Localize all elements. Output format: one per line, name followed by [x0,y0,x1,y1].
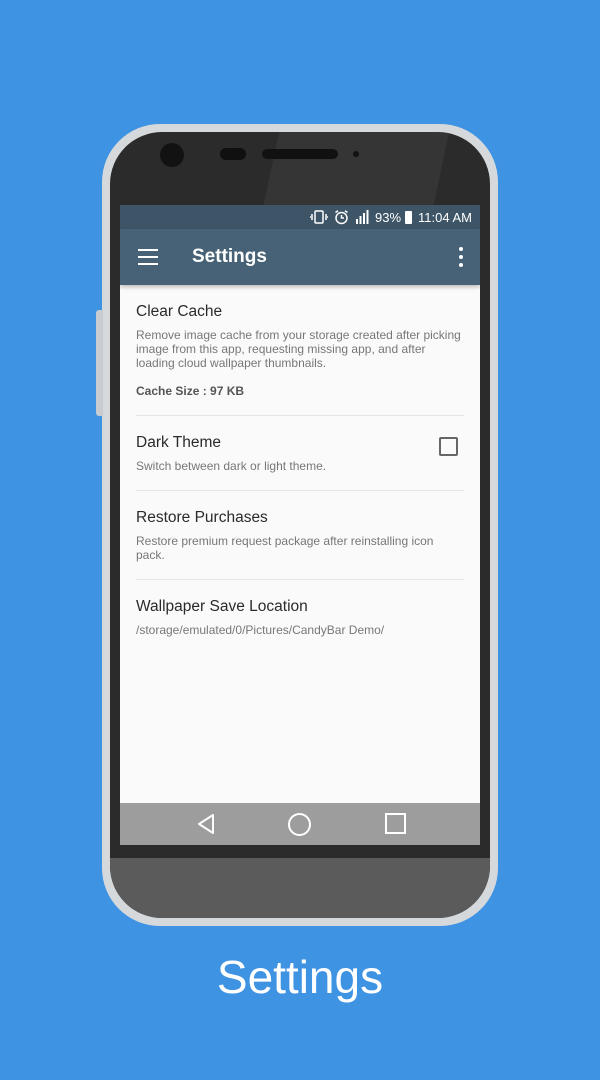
vibrate-icon [310,210,328,224]
back-icon[interactable] [196,814,216,834]
home-icon[interactable] [288,813,311,836]
light-sensor [353,151,359,157]
setting-summary: /storage/emulated/0/Pictures/CandyBar De… [136,623,385,637]
earpiece-speaker [262,149,338,159]
phone-screen: 93% 11:04 AM Settings Clear Cache Remove… [120,205,480,845]
status-time: 11:04 AM [418,209,472,225]
setting-title: Clear Cache [136,303,223,320]
settings-list: Clear Cache Remove image cache from your… [120,285,480,654]
setting-title: Wallpaper Save Location [136,598,308,615]
recent-apps-icon[interactable] [385,813,406,834]
dark-theme-checkbox[interactable] [439,437,458,456]
dark-theme-setting[interactable]: Dark Theme Switch between dark or light … [120,416,480,490]
phone-chin [110,858,490,918]
screen-caption: Settings [216,951,384,1003]
battery-icon [405,210,413,224]
proximity-sensor [220,148,246,160]
app-toolbar: Settings [120,229,480,285]
setting-summary: Switch between dark or light theme. [136,459,327,473]
menu-icon[interactable] [138,249,158,265]
phone-side-button [96,310,103,416]
setting-summary: Remove image cache from your storage cre… [136,328,461,370]
clear-cache-setting[interactable]: Clear Cache Remove image cache from your… [120,285,480,415]
setting-title: Dark Theme [136,434,221,451]
setting-title: Restore Purchases [136,509,268,526]
restore-purchases-setting[interactable]: Restore Purchases Restore premium reques… [120,491,480,579]
front-camera [160,143,184,167]
navigation-bar [120,803,480,845]
page-title: Settings [192,246,267,267]
alarm-icon [334,209,349,225]
battery-percent: 93% [375,209,402,225]
setting-summary: Restore premium request package after re… [136,534,434,562]
signal-icon [355,210,369,224]
overflow-menu-icon[interactable] [456,247,466,267]
cache-size-label: Cache Size : 97 KB [136,384,245,398]
status-bar: 93% 11:04 AM [120,205,480,229]
wallpaper-save-location-setting[interactable]: Wallpaper Save Location /storage/emulate… [120,580,480,654]
